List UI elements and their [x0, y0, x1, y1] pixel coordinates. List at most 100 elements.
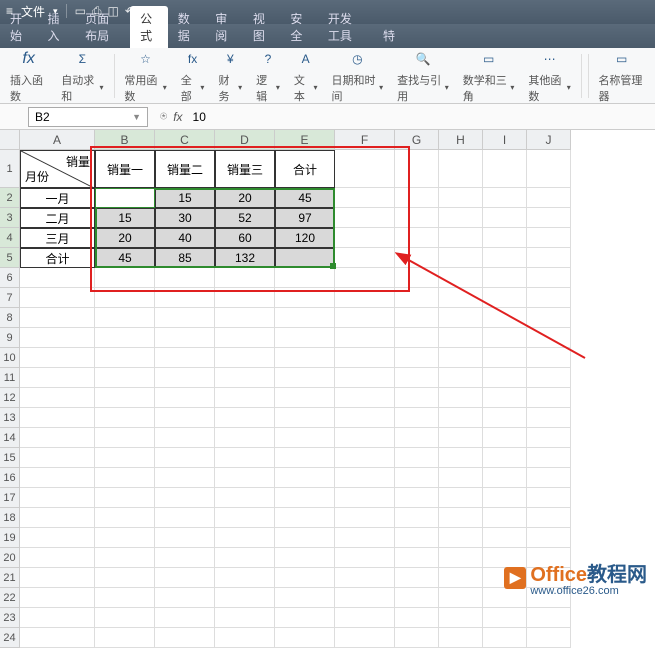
cell-B14[interactable]	[95, 428, 155, 448]
cell-H13[interactable]	[439, 408, 483, 428]
cell-E9[interactable]	[275, 328, 335, 348]
cell-H3[interactable]	[439, 208, 483, 228]
cell-J3[interactable]	[527, 208, 571, 228]
cell-G6[interactable]	[395, 268, 439, 288]
cell-I14[interactable]	[483, 428, 527, 448]
cell-J9[interactable]	[527, 328, 571, 348]
cell-B3[interactable]: 15	[95, 208, 155, 228]
cell-A11[interactable]	[20, 368, 95, 388]
cell-G12[interactable]	[395, 388, 439, 408]
row-header-17[interactable]: 17	[0, 488, 20, 508]
cell-B18[interactable]	[95, 508, 155, 528]
cell-B20[interactable]	[95, 548, 155, 568]
cell-H19[interactable]	[439, 528, 483, 548]
cell-B5[interactable]: 45	[95, 248, 155, 268]
cell-B12[interactable]	[95, 388, 155, 408]
cell-G24[interactable]	[395, 628, 439, 648]
cell-A16[interactable]	[20, 468, 95, 488]
cell-H5[interactable]	[439, 248, 483, 268]
tab-1[interactable]: 插入	[38, 6, 76, 48]
cell-E18[interactable]	[275, 508, 335, 528]
row-header-19[interactable]: 19	[0, 528, 20, 548]
cell-J11[interactable]	[527, 368, 571, 388]
cell-G23[interactable]	[395, 608, 439, 628]
cell-G20[interactable]	[395, 548, 439, 568]
cell-E14[interactable]	[275, 428, 335, 448]
cell-B2[interactable]: 10	[95, 188, 155, 208]
row-header-7[interactable]: 7	[0, 288, 20, 308]
row-header-15[interactable]: 15	[0, 448, 20, 468]
cell-I2[interactable]	[483, 188, 527, 208]
cell-H20[interactable]	[439, 548, 483, 568]
cell-D4[interactable]: 60	[215, 228, 275, 248]
cell-H7[interactable]	[439, 288, 483, 308]
row-header-13[interactable]: 13	[0, 408, 20, 428]
cell-I9[interactable]	[483, 328, 527, 348]
cell-D14[interactable]	[215, 428, 275, 448]
cell-H2[interactable]	[439, 188, 483, 208]
cell-C17[interactable]	[155, 488, 215, 508]
tab-9[interactable]: 特	[373, 23, 405, 48]
col-header-A[interactable]: A	[20, 130, 95, 150]
cell-E4[interactable]: 120	[275, 228, 335, 248]
cell-D10[interactable]	[215, 348, 275, 368]
cell-A19[interactable]	[20, 528, 95, 548]
cell-A5[interactable]: 合计	[20, 248, 95, 268]
row-header-1[interactable]: 1	[0, 150, 20, 188]
cell-D12[interactable]	[215, 388, 275, 408]
cell-H12[interactable]	[439, 388, 483, 408]
save-icon[interactable]: ▭	[75, 4, 86, 18]
cell-C3[interactable]: 30	[155, 208, 215, 228]
cell-I8[interactable]	[483, 308, 527, 328]
cell-I10[interactable]	[483, 348, 527, 368]
ribbon-日期和时间[interactable]: ◷日期和时间▾	[326, 46, 390, 106]
cell-A3[interactable]: 二月	[20, 208, 95, 228]
cell-I12[interactable]	[483, 388, 527, 408]
cell-F6[interactable]	[335, 268, 395, 288]
cell-G22[interactable]	[395, 588, 439, 608]
ribbon-查找与引用[interactable]: 🔍查找与引用▾	[391, 46, 455, 106]
cell-B19[interactable]	[95, 528, 155, 548]
cell-G1[interactable]	[395, 150, 439, 188]
cell-F12[interactable]	[335, 388, 395, 408]
tab-5[interactable]: 审阅	[205, 6, 243, 48]
cell-H14[interactable]	[439, 428, 483, 448]
cell-H11[interactable]	[439, 368, 483, 388]
cell-D18[interactable]	[215, 508, 275, 528]
cell-F20[interactable]	[335, 548, 395, 568]
cell-J6[interactable]	[527, 268, 571, 288]
cell-I24[interactable]	[483, 628, 527, 648]
row-header-4[interactable]: 4	[0, 228, 20, 248]
ribbon-插入函数[interactable]: fx插入函数	[4, 46, 53, 106]
cell-A4[interactable]: 三月	[20, 228, 95, 248]
cell-E16[interactable]	[275, 468, 335, 488]
col-header-J[interactable]: J	[527, 130, 571, 150]
cell-A17[interactable]	[20, 488, 95, 508]
cell-H1[interactable]	[439, 150, 483, 188]
cell-C24[interactable]	[155, 628, 215, 648]
cell-E24[interactable]	[275, 628, 335, 648]
cell-D19[interactable]	[215, 528, 275, 548]
cell-D13[interactable]	[215, 408, 275, 428]
cell-G21[interactable]	[395, 568, 439, 588]
cell-B4[interactable]: 20	[95, 228, 155, 248]
cell-D11[interactable]	[215, 368, 275, 388]
cell-F10[interactable]	[335, 348, 395, 368]
cell-H22[interactable]	[439, 588, 483, 608]
col-header-G[interactable]: G	[395, 130, 439, 150]
cell-E22[interactable]	[275, 588, 335, 608]
cell-D24[interactable]	[215, 628, 275, 648]
cell-A20[interactable]	[20, 548, 95, 568]
ribbon-名称管理器[interactable]: ▭名称管理器	[592, 46, 651, 106]
col-header-F[interactable]: F	[335, 130, 395, 150]
cell-E19[interactable]	[275, 528, 335, 548]
cell-D16[interactable]	[215, 468, 275, 488]
cell-F16[interactable]	[335, 468, 395, 488]
col-header-E[interactable]: E	[275, 130, 335, 150]
cell-E11[interactable]	[275, 368, 335, 388]
cell-H24[interactable]	[439, 628, 483, 648]
cell-C23[interactable]	[155, 608, 215, 628]
row-header-24[interactable]: 24	[0, 628, 20, 648]
row-header-3[interactable]: 3	[0, 208, 20, 228]
cell-H4[interactable]	[439, 228, 483, 248]
